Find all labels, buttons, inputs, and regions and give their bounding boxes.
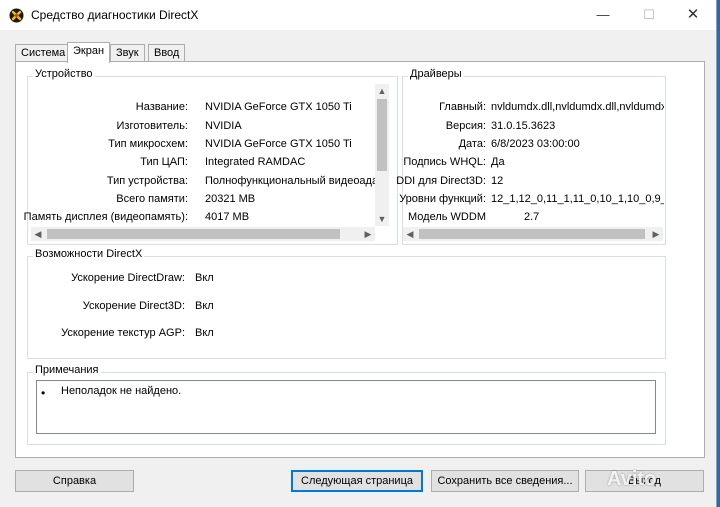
device-horizontal-scrollbar[interactable]: ◀ ▶ <box>31 227 375 241</box>
notes-textbox[interactable]: • Неполадок не найдено. <box>36 380 656 434</box>
tab-system[interactable]: Система <box>15 44 72 62</box>
scroll-left-arrow-icon[interactable]: ◀ <box>403 227 417 241</box>
manufacturer-value: NVIDIA <box>205 120 242 132</box>
feature-levels-label: Уровни функций: <box>399 193 486 205</box>
close-button[interactable]: ✕ <box>670 0 716 30</box>
feature-levels-value: 12_1,12_0,11_1,11_0,10_1,10_0,9_3 <box>491 193 664 205</box>
device-type-label: Тип устройства: <box>106 175 188 187</box>
device-group-title: Устройство <box>33 68 95 80</box>
scrollbar-thumb[interactable] <box>419 229 645 239</box>
device-type-value: Полнофункциональный видеоадап <box>205 175 375 187</box>
tab-display[interactable]: Экран <box>67 42 111 63</box>
driver-main-label: Главный: <box>439 101 486 113</box>
chip-type-label: Тип микросхем: <box>108 138 188 150</box>
driver-date-value: 6/8/2023 03:00:00 <box>491 138 580 150</box>
notes-group-title: Примечания <box>33 364 101 376</box>
dxdiag-window: Средство диагностики DirectX — ☐ ✕ Систе… <box>0 0 717 507</box>
whql-label: Подпись WHQL: <box>403 156 486 168</box>
display-memory-value: 4017 MB <box>205 211 250 223</box>
directx-features-title: Возможности DirectX <box>33 248 145 260</box>
scroll-down-arrow-icon[interactable]: ▼ <box>375 212 389 226</box>
dac-type-label: Тип ЦАП: <box>140 156 188 168</box>
driver-version-value: 31.0.15.3623 <box>491 120 556 132</box>
help-button[interactable]: Справка <box>15 470 134 492</box>
driver-main-value: nvldumdx.dll,nvldumdx.dll,nvldumdx.d <box>491 101 664 113</box>
display-memory-label: Память дисплея (видеопамять): <box>23 211 188 223</box>
direct3d-value: Вкл <box>195 300 214 312</box>
manufacturer-label: Изготовитель: <box>116 120 189 132</box>
save-all-info-button[interactable]: Сохранить все сведения... <box>431 470 579 492</box>
avito-watermark: Avito <box>607 468 657 490</box>
scrollbar-thumb[interactable] <box>47 229 340 239</box>
dac-type-value: Integrated RAMDAC <box>205 156 306 168</box>
scroll-right-arrow-icon[interactable]: ▶ <box>361 227 375 241</box>
scroll-right-arrow-icon[interactable]: ▶ <box>649 227 663 241</box>
driver-version-label: Версия: <box>445 120 486 132</box>
device-name-value: NVIDIA GeForce GTX 1050 Ti <box>205 101 352 113</box>
d3d-ddi-value: 12 <box>491 175 504 187</box>
bullet-icon: • <box>41 386 46 400</box>
maximize-button[interactable]: ☐ <box>626 0 672 30</box>
agp-texture-label: Ускорение текстур AGP: <box>61 327 185 339</box>
driver-date-label: Дата: <box>458 138 486 150</box>
direct3d-label: Ускорение Direct3D: <box>82 300 185 312</box>
scrollbar-thumb[interactable] <box>377 99 387 171</box>
device-vertical-scrollbar[interactable]: ▲ ▼ <box>375 84 389 226</box>
directdraw-value: Вкл <box>195 272 214 284</box>
title-bar: Средство диагностики DirectX — ☐ ✕ <box>0 0 716 30</box>
whql-value: Да <box>491 156 505 168</box>
next-page-button[interactable]: Следующая страница <box>291 470 423 492</box>
tab-input[interactable]: Ввод <box>148 44 186 62</box>
note-item: Неполадок не найдено. <box>61 385 182 397</box>
total-memory-label: Всего памяти: <box>116 193 188 205</box>
drivers-horizontal-scrollbar[interactable]: ◀ ▶ <box>403 227 663 241</box>
drivers-group-title: Драйверы <box>408 68 464 80</box>
window-title: Средство диагностики DirectX <box>31 8 199 22</box>
directdraw-label: Ускорение DirectDraw: <box>71 272 185 284</box>
chip-type-value: NVIDIA GeForce GTX 1050 Ti <box>205 138 352 150</box>
wddm-model-value: 2.7 <box>524 211 540 223</box>
d3d-ddi-label: DDI для Direct3D: <box>396 175 486 187</box>
dxdiag-app-icon <box>9 8 24 23</box>
minimize-button[interactable]: — <box>580 0 626 30</box>
agp-texture-value: Вкл <box>195 327 214 339</box>
scroll-left-arrow-icon[interactable]: ◀ <box>31 227 45 241</box>
wddm-model-label: Модель WDDM <box>408 211 486 223</box>
scroll-up-arrow-icon[interactable]: ▲ <box>375 84 389 98</box>
total-memory-value: 20321 MB <box>205 193 256 205</box>
tab-sound[interactable]: Звук <box>110 44 145 62</box>
device-name-label: Название: <box>135 101 188 113</box>
